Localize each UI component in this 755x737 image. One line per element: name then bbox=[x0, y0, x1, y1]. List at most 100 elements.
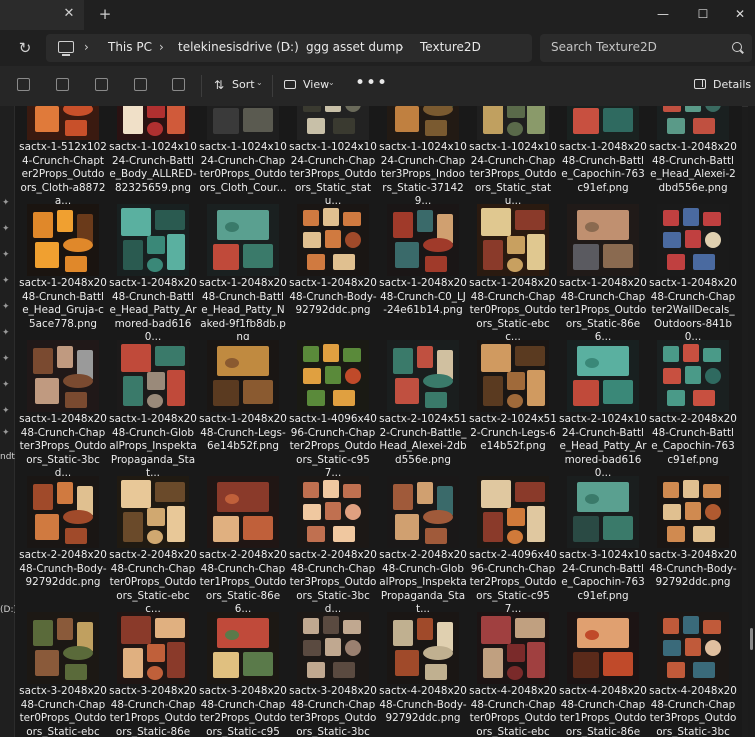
texture-thumbnail[interactable] bbox=[117, 612, 189, 684]
file-item[interactable]: sactx-3-2048x2048-Crunch-Body-92792ddc.p… bbox=[649, 448, 737, 588]
texture-thumbnail[interactable] bbox=[297, 204, 369, 276]
texture-thumbnail[interactable] bbox=[567, 106, 639, 140]
file-item[interactable]: sactx-3-2048x2048-Crunch-Chapter1Props_O… bbox=[109, 584, 197, 737]
vertical-scrollbar[interactable] bbox=[748, 106, 755, 737]
file-item[interactable]: sactx-1-2048x2048-Crunch-Legs-6e14b52f.p… bbox=[199, 312, 287, 452]
file-name[interactable]: sactx-4-2048x2048-Crunch-Chapter3Props_O… bbox=[649, 685, 737, 737]
texture-thumbnail[interactable] bbox=[657, 106, 729, 140]
pin-icon[interactable]: ✦ bbox=[2, 276, 12, 286]
file-item[interactable]: sactx-1-1024x1024-Crunch-Chapter3Props_O… bbox=[289, 106, 377, 207]
texture-thumbnail[interactable] bbox=[477, 204, 549, 276]
texture-thumbnail[interactable] bbox=[477, 612, 549, 684]
refresh-icon[interactable]: ↻ bbox=[16, 39, 34, 57]
close-tab-icon[interactable]: ✕ bbox=[62, 7, 76, 21]
texture-thumbnail[interactable] bbox=[27, 476, 99, 548]
file-item[interactable]: sactx-2-2048x2048-Crunch-Chapter0Props_O… bbox=[109, 448, 197, 615]
file-item[interactable]: sactx-2-2048x2048-Crunch-Body-92792ddc.p… bbox=[19, 448, 107, 588]
texture-thumbnail[interactable] bbox=[657, 340, 729, 412]
sidebar-item-label[interactable]: ndt bbox=[0, 452, 15, 462]
texture-thumbnail[interactable] bbox=[207, 340, 279, 412]
texture-thumbnail[interactable] bbox=[117, 204, 189, 276]
texture-thumbnail[interactable] bbox=[297, 476, 369, 548]
texture-thumbnail[interactable] bbox=[117, 476, 189, 548]
texture-thumbnail[interactable] bbox=[387, 340, 459, 412]
chevron-down-icon[interactable]: ⌄ bbox=[256, 78, 263, 87]
chevron-down-icon[interactable]: ⌄ bbox=[328, 78, 335, 87]
pin-icon[interactable]: ✦ bbox=[2, 428, 12, 438]
texture-thumbnail[interactable] bbox=[27, 106, 99, 140]
texture-thumbnail[interactable] bbox=[27, 612, 99, 684]
details-pane-icon[interactable] bbox=[694, 79, 706, 89]
file-item[interactable]: sactx-3-2048x2048-Crunch-Chapter0Props_O… bbox=[19, 584, 107, 737]
file-item[interactable]: sactx-3-2048x2048-Crunch-Chapter2Props_O… bbox=[199, 584, 287, 737]
file-item[interactable]: sactx-2-2048x2048-Crunch-Battle_Capochin… bbox=[649, 312, 737, 466]
share-icon[interactable] bbox=[134, 78, 147, 91]
texture-thumbnail[interactable] bbox=[657, 612, 729, 684]
file-name[interactable]: sactx-3-2048x2048-Crunch-Chapter1Props_O… bbox=[109, 685, 197, 737]
pin-icon[interactable]: ✦ bbox=[2, 380, 12, 390]
breadcrumb-separator-icon[interactable]: › bbox=[84, 40, 89, 54]
breadcrumb-separator-icon[interactable]: › bbox=[159, 40, 164, 54]
texture-thumbnail[interactable] bbox=[207, 612, 279, 684]
file-item[interactable]: sactx-4-2048x2048-Crunch-Body-92792ddc.p… bbox=[379, 584, 467, 724]
sort-button[interactable]: Sort bbox=[232, 78, 255, 91]
file-item[interactable]: sactx-3-1024x1024-Crunch-Battle_Capochin… bbox=[559, 448, 647, 602]
texture-thumbnail[interactable] bbox=[387, 106, 459, 140]
texture-thumbnail[interactable] bbox=[207, 106, 279, 140]
file-item[interactable]: sactx-2-4096x4096-Crunch-Chapter2Props_O… bbox=[469, 448, 557, 615]
scrollbar-thumb[interactable] bbox=[750, 628, 753, 650]
search-icon[interactable] bbox=[732, 42, 742, 52]
texture-thumbnail[interactable] bbox=[27, 340, 99, 412]
file-item[interactable]: sactx-1-2048x2048-Crunch-Battle_Capochin… bbox=[559, 106, 647, 194]
file-item[interactable]: sactx-1-2048x2048-Crunch-Body-92792ddc.p… bbox=[289, 176, 377, 316]
maximize-button[interactable]: ☐ bbox=[683, 0, 723, 30]
file-item[interactable]: sactx-4-2048x2048-Crunch-Chapter3Props_O… bbox=[649, 584, 737, 737]
file-item[interactable]: sactx-4-2048x2048-Crunch-Chapter0Props_O… bbox=[469, 584, 557, 737]
texture-thumbnail[interactable] bbox=[207, 476, 279, 548]
pin-icon[interactable]: ✦ bbox=[2, 224, 12, 234]
breadcrumb-drive[interactable]: telekinesisdrive (D:) bbox=[178, 40, 299, 54]
search-box[interactable]: Search Texture2D bbox=[540, 34, 752, 62]
file-item[interactable]: sactx-2-2048x2048-Crunch-Chapter3Props_O… bbox=[289, 448, 377, 615]
texture-thumbnail[interactable] bbox=[387, 204, 459, 276]
view-button[interactable]: View bbox=[303, 78, 329, 91]
file-name[interactable]: sactx-4-2048x2048-Crunch-Chapter0Props_O… bbox=[469, 685, 557, 737]
texture-thumbnail[interactable] bbox=[567, 612, 639, 684]
texture-thumbnail[interactable] bbox=[567, 340, 639, 412]
file-name[interactable]: sactx-4-2048x2048-Crunch-Body-92792ddc.p… bbox=[379, 685, 467, 726]
file-item[interactable]: sactx-1-2048x2048-Crunch-Battle_Head_Ale… bbox=[649, 106, 737, 194]
texture-thumbnail[interactable] bbox=[297, 106, 369, 140]
file-name[interactable]: sactx-3-2048x2048-Crunch-Chapter2Props_O… bbox=[199, 685, 287, 737]
pin-icon[interactable]: ✦ bbox=[2, 328, 12, 338]
texture-thumbnail[interactable] bbox=[567, 476, 639, 548]
texture-thumbnail[interactable] bbox=[657, 204, 729, 276]
pin-icon[interactable]: ✦ bbox=[2, 250, 12, 260]
address-bar[interactable]: › This PC › telekinesisdrive (D:) › ggg … bbox=[46, 34, 532, 62]
file-item[interactable]: sactx-1-2048x2048-Crunch-Chapter1Props_O… bbox=[559, 176, 647, 343]
new-tab-icon[interactable]: + bbox=[96, 5, 114, 23]
file-item[interactable]: sactx-1-1024x1024-Crunch-Chapter0Props_O… bbox=[199, 106, 287, 194]
sort-icon[interactable]: ⇅ bbox=[214, 78, 224, 92]
file-item[interactable]: sactx-1-2048x2048-Crunch-Chapter3Props_O… bbox=[19, 312, 107, 479]
paste-icon[interactable] bbox=[95, 78, 108, 91]
file-item[interactable]: sactx-2-1024x1024-Crunch-Battle_Head_Pat… bbox=[559, 312, 647, 479]
file-item[interactable]: sactx-1-1024x1024-Crunch-Battle_Body_ALL… bbox=[109, 106, 197, 194]
texture-thumbnail[interactable] bbox=[27, 204, 99, 276]
breadcrumb-separator-icon[interactable]: › bbox=[286, 40, 291, 54]
file-name[interactable]: sactx-3-2048x2048-Crunch-Chapter3Props_O… bbox=[289, 685, 377, 737]
breadcrumb-ggg-asset-dump[interactable]: ggg asset dump bbox=[306, 40, 403, 54]
minimize-button[interactable]: — bbox=[643, 0, 683, 30]
file-item[interactable]: sactx-1-2048x2048-Crunch-Battle_Head_Gru… bbox=[19, 176, 107, 330]
file-item[interactable]: sactx-1-2048x2048-Crunch-Battle_Head_Pat… bbox=[109, 176, 197, 343]
breadcrumb-this-pc[interactable]: This PC bbox=[108, 40, 152, 54]
file-item[interactable]: sactx-1-2048x2048-Crunch-GlobalProps_Ins… bbox=[109, 312, 197, 479]
file-item[interactable]: sactx-1-2048x2048-Crunch-Chapter2WallDec… bbox=[649, 176, 737, 343]
texture-thumbnail[interactable] bbox=[297, 340, 369, 412]
pin-icon[interactable]: ✦ bbox=[2, 198, 12, 208]
texture-thumbnail[interactable] bbox=[387, 612, 459, 684]
pin-icon[interactable]: ✦ bbox=[2, 406, 12, 416]
file-item[interactable]: sactx-2-1024x512-Crunch-Battle_Head_Alex… bbox=[379, 312, 467, 466]
file-item[interactable]: sactx-1-2048x2048-Crunch-C0_LJ-24e61b14.… bbox=[379, 176, 467, 316]
texture-thumbnail[interactable] bbox=[657, 476, 729, 548]
file-item[interactable]: sactx-1-2048x2048-Crunch-Battle_Head_Pat… bbox=[199, 176, 287, 343]
